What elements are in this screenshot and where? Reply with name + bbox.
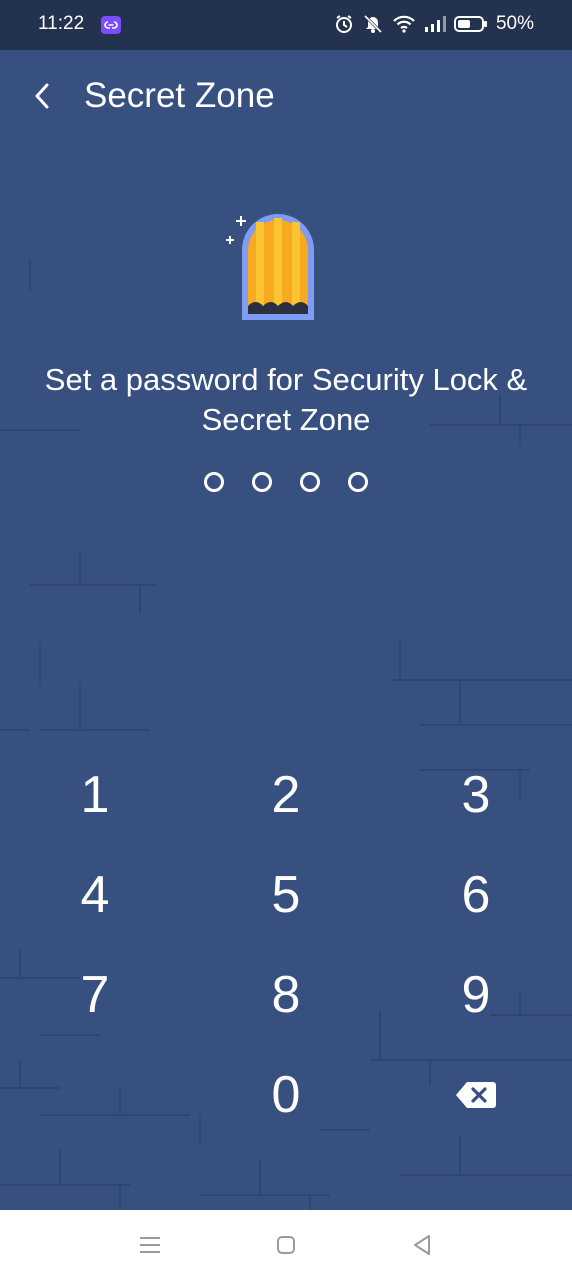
- pin-dot: [348, 472, 368, 492]
- backspace-icon: [456, 1082, 496, 1108]
- mute-icon: [363, 14, 383, 34]
- password-prompt: Set a password for Security Lock & Secre…: [0, 360, 572, 440]
- home-icon: [277, 1236, 295, 1254]
- key-2[interactable]: 2: [226, 750, 346, 840]
- battery-percent: 50%: [495, 13, 534, 34]
- status-bar: 11:22 50%: [0, 0, 572, 50]
- prompt-line-1: Set a password for Security Lock &: [44, 362, 528, 397]
- app-bar: Secret Zone: [0, 60, 572, 136]
- key-0[interactable]: 0: [226, 1050, 346, 1140]
- pin-dot: [204, 472, 224, 492]
- wifi-icon: [393, 15, 415, 33]
- door-icon: [226, 214, 314, 320]
- key-6[interactable]: 6: [416, 850, 536, 940]
- key-7[interactable]: 7: [35, 950, 155, 1040]
- key-1[interactable]: 1: [35, 750, 155, 840]
- battery-icon: [453, 16, 487, 32]
- key-4[interactable]: 4: [35, 850, 155, 940]
- key-5[interactable]: 5: [226, 850, 346, 940]
- delete-key[interactable]: [416, 1050, 536, 1140]
- nav-back-button[interactable]: [407, 1232, 437, 1258]
- key-9[interactable]: 9: [416, 950, 536, 1040]
- chevron-left-icon: [35, 83, 49, 109]
- menu-button[interactable]: [135, 1232, 165, 1258]
- system-nav-bar: [0, 1210, 572, 1280]
- app-link-icon: [101, 16, 121, 34]
- menu-icon: [140, 1237, 160, 1253]
- home-button[interactable]: [271, 1232, 301, 1258]
- key-3[interactable]: 3: [416, 750, 536, 840]
- pin-indicator: [0, 472, 572, 492]
- page-title: Secret Zone: [84, 76, 275, 115]
- pin-dot: [252, 472, 272, 492]
- key-8[interactable]: 8: [226, 950, 346, 1040]
- prompt-line-2: Secret Zone: [201, 402, 371, 437]
- alarm-icon: [335, 15, 352, 33]
- status-time: 11:22: [38, 13, 85, 34]
- back-button[interactable]: [20, 74, 64, 118]
- signal-icon: [424, 16, 446, 32]
- back-triangle-icon: [414, 1235, 430, 1255]
- pin-dot: [300, 472, 320, 492]
